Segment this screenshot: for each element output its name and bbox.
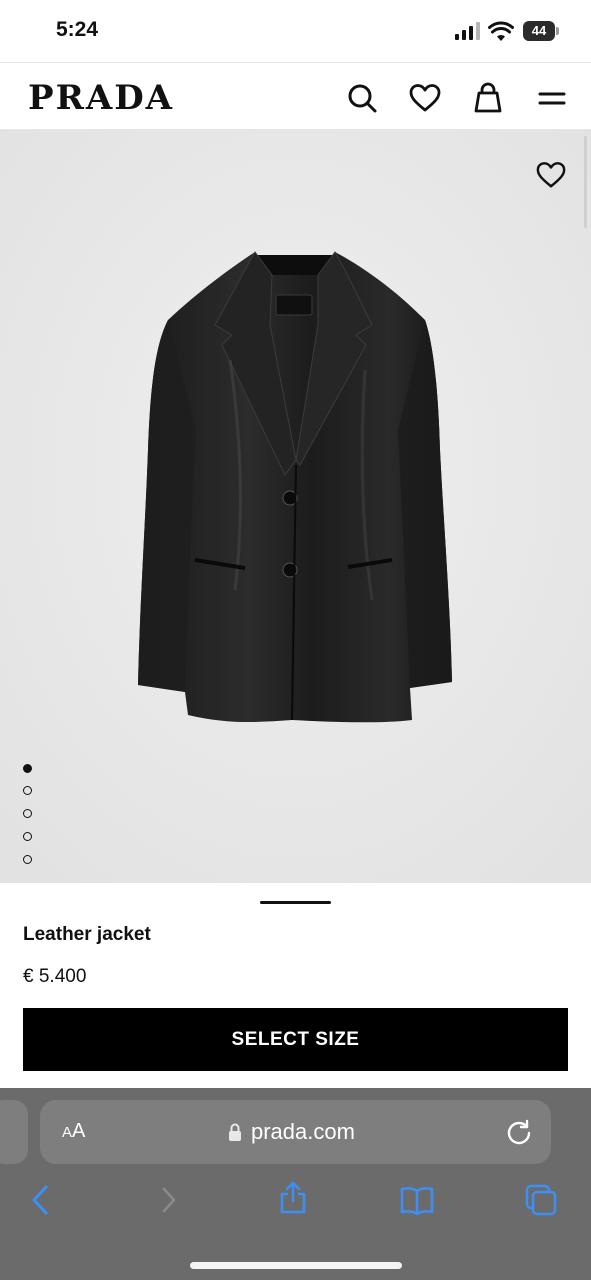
bag-icon[interactable] <box>472 82 504 114</box>
prada-logo[interactable]: PRADA <box>28 78 174 118</box>
product-price: € 5.400 <box>23 966 87 987</box>
previous-tab-preview[interactable] <box>0 1100 28 1164</box>
url-text[interactable]: prada.com <box>251 1119 355 1145</box>
back-icon[interactable] <box>24 1183 58 1217</box>
gallery-dot-2[interactable] <box>23 786 32 795</box>
status-time: 5:24 <box>56 18 99 41</box>
battery-level: 44 <box>531 23 547 38</box>
bookmarks-icon[interactable] <box>400 1183 434 1217</box>
gallery-dot-3[interactable] <box>23 809 32 818</box>
scroll-indicator <box>584 136 587 228</box>
gallery-dot-5[interactable] <box>23 855 32 864</box>
tabs-icon[interactable] <box>524 1183 558 1217</box>
text-size-small-a: A <box>62 1124 73 1141</box>
battery-tip <box>556 27 559 35</box>
wishlist-heart-icon[interactable] <box>536 160 566 190</box>
home-indicator[interactable] <box>190 1262 402 1269</box>
forward-icon[interactable] <box>152 1183 186 1217</box>
gallery-dot-4[interactable] <box>23 832 32 841</box>
wifi-icon <box>488 21 514 41</box>
menu-icon[interactable] <box>535 82 567 114</box>
lock-icon <box>229 1123 241 1141</box>
leather-jacket-image <box>0 130 591 883</box>
text-size-large-a: A <box>72 1120 86 1142</box>
battery-icon: 44 <box>523 21 555 41</box>
product-image[interactable] <box>0 130 591 883</box>
text-size-button[interactable]: AA <box>62 1120 85 1143</box>
reload-icon[interactable] <box>505 1118 533 1146</box>
product-name: Leather jacket <box>23 924 151 945</box>
gallery-dot-1[interactable] <box>23 764 32 773</box>
share-icon[interactable] <box>276 1180 310 1214</box>
heart-icon[interactable] <box>409 82 441 114</box>
select-size-button[interactable]: SELECT SIZE <box>23 1008 568 1071</box>
sheet-handle[interactable] <box>260 901 331 904</box>
search-icon[interactable] <box>346 82 378 114</box>
cellular-signal-icon <box>455 22 483 40</box>
